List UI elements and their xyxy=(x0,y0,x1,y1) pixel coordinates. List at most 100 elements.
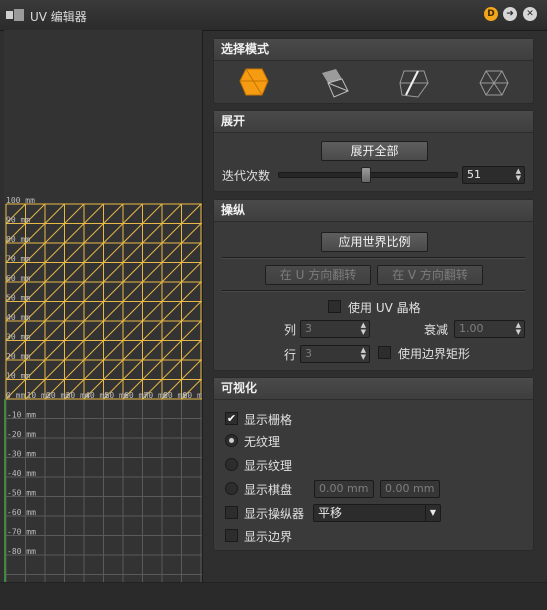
flip-u-button[interactable]: 在 U 方向翻转 xyxy=(265,265,371,285)
spin-arrows-icon[interactable]: ▲ ▼ xyxy=(516,168,521,182)
apply-world-scale-button[interactable]: 应用世界比例 xyxy=(321,232,428,252)
face-select-icon[interactable] xyxy=(236,65,272,101)
uv-edge xyxy=(181,203,202,224)
checker-v-value: 0.00 mm xyxy=(385,482,435,495)
falloff-input[interactable]: 1.00 ▲ ▼ xyxy=(454,320,525,338)
uv-edge xyxy=(122,223,143,244)
separator xyxy=(222,290,525,292)
y-tick-label: 70 mm xyxy=(6,255,30,264)
uv-edge xyxy=(181,242,202,263)
spin-arrows-icon[interactable]: ▲ ▼ xyxy=(516,322,521,336)
uv-edge xyxy=(142,242,163,263)
y-tick-label: -70 mm xyxy=(7,528,36,537)
uv-grid-canvas[interactable]: 100 mm 90 mm 80 mm 70 mm 60 mm 50 mm 40 mm 30 m… xyxy=(4,30,202,582)
uv-edge xyxy=(122,203,143,224)
uv-edge xyxy=(161,262,182,283)
window-title: UV 编辑器 xyxy=(30,10,87,24)
checker-u-input[interactable]: 0.00 mm xyxy=(314,480,374,498)
columns-input[interactable]: 3 ▲ ▼ xyxy=(300,320,370,338)
uv-edge xyxy=(103,301,124,322)
uv-edge xyxy=(142,262,163,283)
y-tick-label: -10 mm xyxy=(7,411,36,420)
uv-edge xyxy=(83,242,104,263)
show-texture-radio[interactable] xyxy=(225,458,238,471)
uv-viewport[interactable]: 100 mm 90 mm 80 mm 70 mm 60 mm 50 mm 40 mm 30 m… xyxy=(4,30,203,582)
uv-edge xyxy=(142,223,163,244)
uv-edge xyxy=(103,242,124,263)
uv-edge xyxy=(103,320,124,341)
uv-edge xyxy=(122,359,143,380)
uv-edge xyxy=(64,320,85,341)
iterations-slider-handle[interactable] xyxy=(361,167,372,183)
show-boundary-checkbox[interactable] xyxy=(225,529,238,542)
separator xyxy=(222,257,525,259)
checker-v-input[interactable]: 0.00 mm xyxy=(380,480,440,498)
status-bar xyxy=(0,582,547,610)
unwrap-panel: 展开 展开全部 迭代次数 51 ▲ ▼ xyxy=(213,110,534,192)
iterations-input[interactable]: 51 ▲ ▼ xyxy=(462,166,525,184)
uv-edge xyxy=(161,359,182,380)
edge-select-icon[interactable] xyxy=(396,65,432,101)
y-tick-label: -60 mm xyxy=(7,508,36,517)
uv-edge xyxy=(103,203,124,224)
uv-edge xyxy=(83,203,104,224)
uv-edge xyxy=(103,281,124,302)
uv-edge xyxy=(122,242,143,263)
no-texture-radio[interactable] xyxy=(225,434,238,447)
show-checker-radio[interactable] xyxy=(225,482,238,495)
uv-edge xyxy=(44,359,65,380)
rows-input[interactable]: 3 ▲ ▼ xyxy=(300,345,370,363)
y-tick-label: 90 mm xyxy=(6,216,30,225)
uv-edge xyxy=(44,203,65,224)
manipulate-panel: 操纵 应用世界比例 在 U 方向翻转 在 V 方向翻转 使用 UV 晶格 列 3… xyxy=(213,199,534,371)
spin-arrows-icon[interactable]: ▲ ▼ xyxy=(361,322,366,336)
y-tick-label: 40 mm xyxy=(6,313,30,322)
uv-edge xyxy=(44,242,65,263)
uv-edge xyxy=(142,320,163,341)
uv-edge xyxy=(122,301,143,322)
y-tick-label: 0 mm xyxy=(6,391,25,400)
use-bounding-rect-checkbox[interactable] xyxy=(378,346,391,359)
manipulator-mode-dropdown[interactable]: 平移 ▼ xyxy=(313,504,441,522)
use-uv-lattice-checkbox[interactable] xyxy=(328,300,341,313)
uv-edge xyxy=(142,359,163,380)
uv-edge xyxy=(64,223,85,244)
uv-edge xyxy=(64,281,85,302)
uv-edge xyxy=(44,301,65,322)
uv-edge xyxy=(64,262,85,283)
unwrap-all-button[interactable]: 展开全部 xyxy=(321,141,428,161)
uv-edge xyxy=(103,359,124,380)
uv-edge xyxy=(64,203,85,224)
uv-edge xyxy=(161,301,182,322)
uv-edge xyxy=(181,320,202,341)
show-grid-label: 显示栅格 xyxy=(244,413,293,427)
show-grid-checkbox[interactable]: ✔ xyxy=(225,412,238,425)
manipulator-mode-value: 平移 xyxy=(318,506,343,520)
uv-edge xyxy=(142,203,163,224)
show-manipulator-label: 显示操纵器 xyxy=(244,507,305,521)
element-select-icon[interactable] xyxy=(316,65,352,101)
vertex-select-icon[interactable] xyxy=(476,65,512,101)
dock-button[interactable]: D xyxy=(484,7,498,21)
y-tick-label: -40 mm xyxy=(7,469,36,478)
uv-edge xyxy=(64,301,85,322)
uv-edge xyxy=(181,281,202,302)
uv-edge xyxy=(83,223,104,244)
uv-edge xyxy=(44,262,65,283)
show-manipulator-checkbox[interactable] xyxy=(225,506,238,519)
uv-edge xyxy=(181,223,202,244)
uv-edge xyxy=(122,262,143,283)
flip-v-button[interactable]: 在 V 方向翻转 xyxy=(377,265,483,285)
uv-edge xyxy=(64,340,85,361)
chevron-down-icon[interactable]: ▼ xyxy=(425,505,440,521)
y-tick-label: 50 mm xyxy=(6,294,30,303)
uv-edge xyxy=(64,242,85,263)
uv-edge xyxy=(44,281,65,302)
select-mode-header: 选择模式 xyxy=(214,39,533,61)
uv-edge xyxy=(161,320,182,341)
uv-edge xyxy=(83,320,104,341)
next-arrow-icon[interactable]: ➜ xyxy=(503,7,517,21)
close-icon[interactable]: ✕ xyxy=(523,7,537,21)
uv-edge xyxy=(44,320,65,341)
spin-arrows-icon[interactable]: ▲ ▼ xyxy=(361,347,366,361)
